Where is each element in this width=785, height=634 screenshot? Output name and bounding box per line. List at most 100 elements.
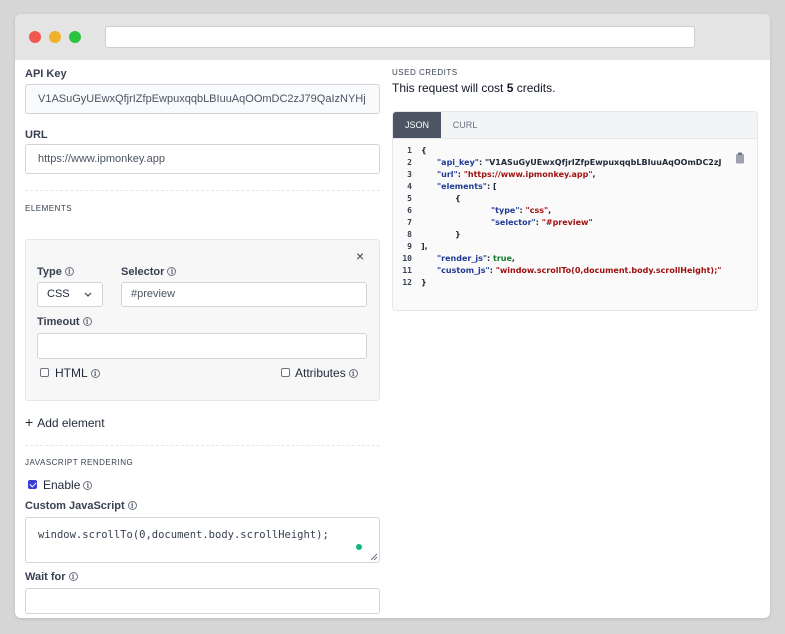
html-checkbox[interactable] — [40, 368, 49, 377]
info-icon[interactable]: i — [83, 481, 93, 490]
close-icon[interactable]: × — [356, 248, 364, 264]
clipboard-icon[interactable] — [735, 152, 745, 164]
code-text: ], — [421, 242, 428, 251]
element-card: × Type i CSS Selector i #preview Timeout i … — [25, 239, 380, 401]
line-number: 3 — [407, 170, 412, 179]
resize-handle-icon[interactable] — [370, 553, 378, 561]
browser-window: API Key V1ASuGyUEwxQfjrIZfpEwpuxqqbLBIuu… — [15, 14, 770, 618]
code-line: 3 "url": "https://www.ipmonkey.app", — [393, 169, 733, 181]
line-number: 4 — [407, 182, 412, 191]
attributes-checkbox[interactable] — [281, 368, 290, 377]
url-label: URL — [25, 129, 48, 141]
line-number: 1 — [407, 146, 412, 155]
attributes-label: Attributes — [295, 366, 346, 380]
credits-text: This request will cost 5 credits. — [392, 81, 555, 95]
minimize-window-button[interactable] — [49, 31, 61, 43]
line-number: 11 — [402, 266, 412, 275]
info-icon[interactable]: i — [68, 572, 78, 581]
html-label: HTML — [55, 366, 88, 380]
line-number: 8 — [407, 230, 412, 239]
custom-js-value: window.scrollTo(0,document.body.scrollHe… — [38, 529, 329, 541]
request-form: API Key V1ASuGyUEwxQfjrIZfpEwpuxqqbLBIuu… — [25, 60, 380, 618]
code-text: "api_key": "V1ASuGyUEwxQfjrIZfpEwpuxqqbL… — [437, 158, 722, 167]
info-icon[interactable]: i — [348, 369, 358, 378]
info-icon[interactable]: i — [127, 501, 137, 510]
credits-text-before: This request will cost — [392, 81, 507, 95]
close-window-button[interactable] — [29, 31, 41, 43]
code-text: "type": "css", — [491, 206, 552, 215]
url-field[interactable]: https://www.ipmonkey.app — [25, 144, 380, 174]
type-label-text: Type — [37, 266, 62, 278]
code-line: 4 "elements": [ — [393, 181, 733, 193]
type-label: Type i — [37, 266, 74, 278]
type-select-value: CSS — [47, 288, 70, 300]
tab-curl[interactable]: CURL — [441, 112, 489, 138]
divider — [25, 445, 380, 446]
html-option: HTML i — [55, 366, 100, 380]
used-credits-title: USED CREDITS — [392, 68, 458, 77]
js-rendering-section-title: JAVASCRIPT RENDERING — [25, 458, 134, 467]
enable-js-label: Enable — [43, 478, 81, 492]
wait-for-label: Wait for i — [25, 571, 78, 583]
line-number: 6 — [407, 206, 412, 215]
preview-panel: USED CREDITS This request will cost 5 cr… — [392, 60, 758, 460]
code-text: { — [455, 194, 461, 203]
line-number: 2 — [407, 158, 412, 167]
line-number: 10 — [402, 254, 412, 263]
tab-json[interactable]: JSON — [393, 112, 441, 138]
timeout-label: Timeout i — [37, 316, 92, 328]
wait-for-label-text: Wait for — [25, 571, 66, 583]
custom-js-textarea[interactable]: window.scrollTo(0,document.body.scrollHe… — [25, 517, 380, 563]
line-number: 5 — [407, 194, 412, 203]
code-line: 10 "render_js": true, — [393, 253, 733, 265]
line-number: 12 — [402, 278, 412, 287]
code-text: { — [421, 146, 427, 155]
title-bar — [15, 14, 770, 60]
custom-js-label: Custom JavaScript i — [25, 500, 137, 512]
code-line: 8} — [393, 229, 733, 241]
code-line: 9], — [393, 241, 733, 253]
code-text: } — [421, 278, 427, 287]
code-line: 12} — [393, 277, 733, 289]
enable-js-checkbox[interactable] — [28, 480, 37, 489]
code-line: 5{ — [393, 193, 733, 205]
address-bar[interactable] — [105, 26, 695, 48]
type-select[interactable]: CSS — [37, 282, 103, 307]
code-text: } — [455, 230, 461, 239]
status-dot — [356, 544, 362, 550]
api-key-field[interactable]: V1ASuGyUEwxQfjrIZfpEwpuxqqbLBIuuAqOOmDC2… — [25, 84, 380, 114]
timeout-label-text: Timeout — [37, 316, 80, 328]
selector-label: Selector i — [121, 266, 177, 278]
wait-for-field[interactable] — [25, 588, 380, 614]
code-panel: JSON CURL 1{2 "api_key": "V1ASuGyUEwxQfjr… — [392, 111, 758, 311]
info-icon[interactable]: i — [90, 369, 100, 378]
selector-field[interactable]: #preview — [121, 282, 367, 307]
custom-js-label-text: Custom JavaScript — [25, 500, 125, 512]
line-number: 7 — [407, 218, 412, 227]
info-icon[interactable]: i — [167, 267, 177, 276]
code-tabs: JSON CURL — [393, 112, 757, 139]
add-element-button[interactable]: + Add element — [25, 414, 105, 430]
attributes-option: Attributes i — [295, 366, 358, 380]
info-icon[interactable]: i — [82, 317, 92, 326]
credits-text-after: credits. — [513, 81, 556, 95]
divider — [25, 190, 380, 191]
code-text: "render_js": true, — [437, 254, 515, 263]
json-code-block: 1{2 "api_key": "V1ASuGyUEwxQfjrIZfpEwpuxq… — [393, 145, 733, 289]
code-text: "elements": [ — [437, 182, 497, 191]
line-number: 9 — [407, 242, 412, 251]
selector-label-text: Selector — [121, 266, 165, 278]
code-line: 2 "api_key": "V1ASuGyUEwxQfjrIZfpEwpuxqqb… — [393, 157, 733, 169]
api-key-label: API Key — [25, 68, 67, 80]
code-line: 1{ — [393, 145, 733, 157]
code-line: 7 "selector": "#preview" — [393, 217, 733, 229]
info-icon[interactable]: i — [64, 267, 74, 276]
elements-section-title: ELEMENTS — [25, 204, 73, 213]
enable-js-option: Enable i — [43, 478, 93, 492]
chevron-down-icon — [84, 292, 92, 297]
code-text: "custom_js": "window.scrollTo(0,document… — [437, 266, 722, 275]
add-element-label: Add element — [37, 416, 105, 430]
code-text: "selector": "#preview" — [491, 218, 593, 227]
maximize-window-button[interactable] — [69, 31, 81, 43]
timeout-field[interactable] — [37, 333, 367, 359]
